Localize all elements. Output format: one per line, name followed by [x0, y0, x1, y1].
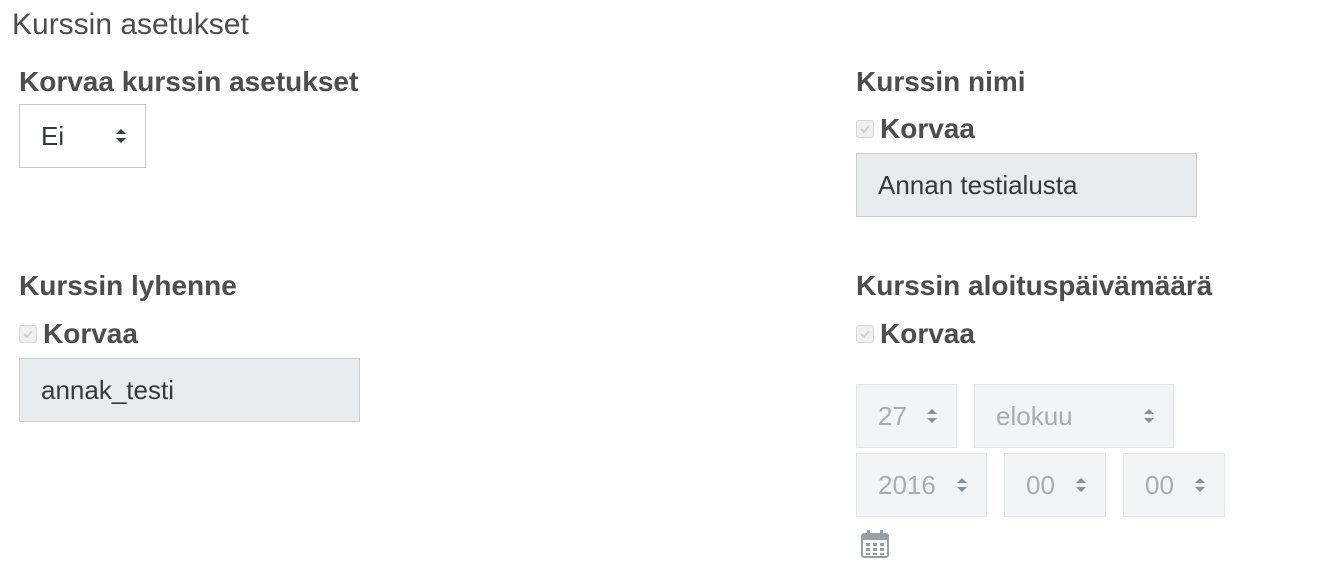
startdate-day-value: 27 [878, 400, 907, 431]
course-startdate-override: Korvaa [856, 318, 975, 350]
select-caret-icon [957, 478, 967, 492]
course-name-input: Annan testialusta [856, 153, 1197, 217]
startdate-hour-select: 00 [1004, 453, 1106, 517]
course-startdate-override-checkbox [856, 325, 874, 343]
override-settings-value: Ei [41, 120, 65, 151]
section-title: Kurssin asetukset [12, 8, 249, 41]
course-shortname-override: Korvaa [19, 318, 138, 350]
course-shortname-input: annak_testi [19, 358, 360, 422]
startdate-year-select: 2016 [856, 453, 987, 517]
select-caret-icon [116, 129, 126, 143]
select-caret-icon [927, 409, 937, 423]
startdate-month-value: elokuu [996, 400, 1073, 431]
select-caret-icon [1195, 478, 1205, 492]
course-shortname-override-checkbox [19, 325, 37, 343]
course-startdate-override-label: Korvaa [880, 318, 975, 349]
course-startdate-label: Kurssin aloituspäivämäärä [856, 270, 1213, 301]
select-caret-icon [1144, 409, 1154, 423]
check-icon [860, 330, 870, 339]
startdate-month-select: elokuu [974, 384, 1174, 448]
check-icon [860, 125, 870, 134]
course-name-override: Korvaa [856, 113, 975, 145]
check-icon [23, 330, 33, 339]
startdate-day-select: 27 [856, 384, 957, 448]
startdate-hour-value: 00 [1026, 469, 1055, 500]
select-caret-icon [1076, 478, 1086, 492]
override-settings-select[interactable]: Ei [19, 104, 146, 168]
course-name-label: Kurssin nimi [856, 66, 1026, 97]
startdate-minute-value: 00 [1145, 469, 1174, 500]
course-shortname-override-label: Korvaa [43, 318, 138, 349]
startdate-year-value: 2016 [878, 469, 936, 500]
course-shortname-label: Kurssin lyhenne [19, 270, 237, 301]
calendar-icon[interactable] [860, 529, 890, 559]
override-settings-label: Korvaa kurssin asetukset [19, 66, 359, 97]
course-name-override-label: Korvaa [880, 113, 975, 144]
startdate-minute-select: 00 [1123, 453, 1225, 517]
course-name-override-checkbox [856, 120, 874, 138]
